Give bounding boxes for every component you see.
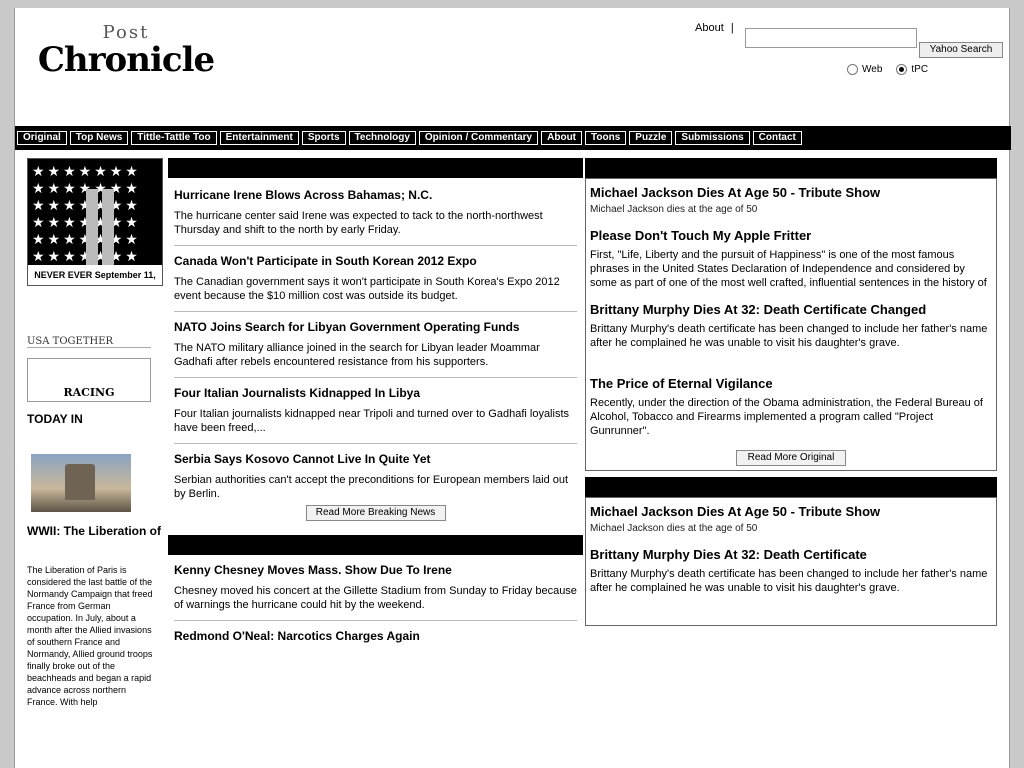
history-image[interactable] — [31, 454, 131, 512]
left-sidebar: ★★★★★★★ ★★★★★★★ ★★★★★★★ ★★★★★★★ ★★★★★★★ … — [27, 158, 163, 724]
tittle-story: Michael Jackson Dies At Age 50 - Tribute… — [590, 504, 992, 535]
story-headline[interactable]: The Price of Eternal Vigilance — [590, 376, 992, 392]
news-story: Four Italian Journalists Kidnapped In Li… — [168, 386, 583, 435]
story-teaser: The hurricane center said Irene was expe… — [174, 210, 543, 236]
original-story: The Price of Eternal Vigilance Recently,… — [590, 376, 992, 438]
divider — [174, 443, 577, 444]
nav-toons[interactable]: Toons — [585, 131, 627, 145]
story-headline[interactable]: Serbia Says Kosovo Cannot Live In Quite … — [174, 452, 577, 467]
wwii-heading[interactable]: WWII: The Liberation of — [27, 524, 163, 552]
original-column: Michael Jackson Dies At Age 50 - Tribute… — [585, 158, 997, 626]
nav-opinion[interactable]: Opinion / Commentary — [418, 131, 539, 145]
radio-web-dot[interactable] — [847, 64, 858, 75]
read-more-breaking-news-button[interactable]: Read More Breaking News — [305, 505, 446, 521]
about-link[interactable]: About — [695, 22, 724, 34]
divider — [174, 311, 577, 312]
news-story: NATO Joins Search for Libyan Government … — [168, 320, 583, 369]
story-teaser: Four Italian journalists kidnapped near … — [174, 408, 570, 434]
story-headline[interactable]: Four Italian Journalists Kidnapped In Li… — [174, 386, 577, 401]
breaking-news-column: Hurricane Irene Blows Across Bahamas; N.… — [168, 158, 583, 644]
nav-submissions[interactable]: Submissions — [675, 131, 750, 145]
story-headline[interactable]: Canada Won't Participate in South Korean… — [174, 254, 577, 269]
top-links: About | — [695, 22, 738, 34]
divider — [174, 620, 577, 621]
divider — [174, 245, 577, 246]
nav-original[interactable]: Original — [17, 131, 67, 145]
story-headline[interactable]: Redmond O'Neal: Narcotics Charges Again — [174, 629, 577, 644]
news-story: Kenny Chesney Moves Mass. Show Due To Ir… — [168, 563, 583, 612]
today-in-history-label: TODAY IN — [27, 412, 83, 426]
search-input[interactable] — [745, 28, 917, 48]
breaking-news-header-bar — [168, 158, 583, 178]
radio-web-label: Web — [862, 64, 883, 75]
main-nav: Original Top News Tittle-Tattle Too Ente… — [15, 126, 1011, 150]
page: Post Chronicle About | Yahoo Search Web … — [14, 8, 1011, 768]
nav-top-news[interactable]: Top News — [69, 131, 129, 145]
radio-site-label: tPC — [911, 64, 929, 75]
story-teaser: Recently, under the direction of the Oba… — [590, 397, 983, 437]
tittle-tattle-header-bar — [585, 477, 997, 497]
logo-top-text: Post — [102, 22, 150, 40]
story-teaser: Brittany Murphy's death certificate has … — [590, 323, 988, 349]
story-teaser: Serbian authorities can't accept the pre… — [174, 474, 569, 500]
top-links-separator: | — [730, 22, 734, 34]
tittle-story: Brittany Murphy Dies At 32: Death Certif… — [590, 547, 992, 609]
search-scope: Web tPC — [847, 64, 928, 75]
story-headline[interactable]: Brittany Murphy Dies At 32: Death Certif… — [590, 302, 992, 318]
nav-puzzle[interactable]: Puzzle — [629, 131, 673, 145]
original-story: Brittany Murphy Dies At 32: Death Certif… — [590, 302, 992, 364]
read-more-original-button[interactable]: Read More Original — [736, 450, 846, 466]
divider — [174, 377, 577, 378]
story-teaser: Chesney moved his concert at the Gillett… — [174, 585, 577, 611]
yahoo-search-button[interactable]: Yahoo Search — [919, 42, 1003, 58]
nav-technology[interactable]: Technology — [348, 131, 416, 145]
story-teaser: First, "Life, Liberty and the pursuit of… — [590, 249, 987, 289]
logo-name: Chronicle — [37, 40, 215, 80]
news-story: Serbia Says Kosovo Cannot Live In Quite … — [168, 452, 583, 501]
story-headline[interactable]: Michael Jackson Dies At Age 50 - Tribute… — [590, 185, 992, 201]
original-story: Please Don't Touch My Apple Fritter Firs… — [590, 228, 992, 290]
story-headline[interactable]: Please Don't Touch My Apple Fritter — [590, 228, 992, 244]
story-teaser: The NATO military alliance joined in the… — [174, 342, 540, 368]
nav-contact[interactable]: Contact — [752, 131, 802, 145]
original-story: Michael Jackson Dies At Age 50 - Tribute… — [590, 185, 992, 216]
twin-towers-icon — [86, 189, 116, 265]
story-headline[interactable]: Kenny Chesney Moves Mass. Show Due To Ir… — [174, 563, 577, 578]
never-ever-caption: NEVER EVER September 11, 2001 — [28, 265, 162, 285]
story-headline[interactable]: Michael Jackson Dies At Age 50 - Tribute… — [590, 504, 992, 520]
site-logo[interactable]: Post Chronicle — [27, 22, 225, 92]
wwii-text: The Liberation of Paris is considered th… — [27, 565, 153, 707]
story-headline[interactable]: Hurricane Irene Blows Across Bahamas; N.… — [174, 188, 577, 203]
story-subhead[interactable]: Michael Jackson dies at the age of 50 — [590, 523, 992, 535]
nav-sports[interactable]: Sports — [301, 131, 346, 145]
radio-site[interactable]: tPC — [896, 64, 928, 75]
news-story: Redmond O'Neal: Narcotics Charges Again — [168, 629, 583, 644]
original-header-bar — [585, 158, 997, 178]
never-ever-image[interactable]: ★★★★★★★ ★★★★★★★ ★★★★★★★ ★★★★★★★ ★★★★★★★ … — [27, 158, 163, 286]
story-subhead[interactable]: Michael Jackson dies at the age of 50 — [590, 204, 992, 216]
tittle-tattle-box: Michael Jackson Dies At Age 50 - Tribute… — [585, 497, 997, 626]
nav-entertainment[interactable]: Entertainment — [219, 131, 299, 145]
usa-together-banner[interactable]: USA TOGETHER — [27, 300, 151, 348]
story-teaser: The Canadian government says it won't pa… — [174, 276, 560, 302]
radio-web[interactable]: Web — [847, 64, 882, 75]
story-headline[interactable]: NATO Joins Search for Libyan Government … — [174, 320, 577, 335]
story-teaser: Brittany Murphy's death certificate has … — [590, 568, 988, 594]
news-story: Canada Won't Participate in South Korean… — [168, 254, 583, 303]
nav-about[interactable]: About — [541, 131, 583, 145]
racing-banner[interactable]: RACING — [27, 358, 151, 402]
story-headline[interactable]: Brittany Murphy Dies At 32: Death Certif… — [590, 547, 992, 563]
nav-tittle-tattle[interactable]: Tittle-Tattle Too — [131, 131, 217, 145]
news-story: Hurricane Irene Blows Across Bahamas; N.… — [168, 188, 583, 237]
entertainment-header-bar — [168, 535, 583, 555]
original-box: Michael Jackson Dies At Age 50 - Tribute… — [585, 178, 997, 471]
radio-site-dot[interactable] — [896, 64, 908, 75]
